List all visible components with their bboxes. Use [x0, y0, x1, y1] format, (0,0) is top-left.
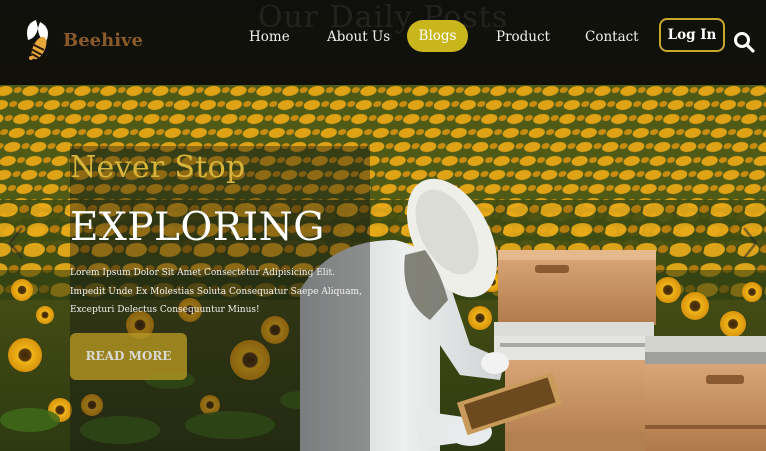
- hero-heading: EXPLORING: [70, 205, 325, 250]
- chevron-left-icon[interactable]: [6, 225, 26, 261]
- read-more-label: READ MORE: [85, 349, 172, 363]
- nav-item-blogs[interactable]: Blogs: [407, 20, 468, 52]
- chevron-right-icon[interactable]: [740, 225, 760, 261]
- nav-item-blogs-label: Blogs: [418, 28, 457, 44]
- brand-name[interactable]: Beehive: [63, 30, 143, 51]
- hero-eyebrow: Never Stop: [70, 150, 246, 185]
- nav-item-product[interactable]: Product: [496, 27, 550, 47]
- nav-item-about-us[interactable]: About Us: [327, 27, 390, 47]
- read-more-button[interactable]: READ MORE: [70, 333, 187, 380]
- nav-item-home[interactable]: Home: [249, 27, 290, 47]
- page: Our Daily Posts Beehive Home About Us Bl…: [0, 0, 766, 451]
- navbar: Our Daily Posts Beehive Home About Us Bl…: [0, 0, 766, 85]
- bee-logo-icon[interactable]: [22, 18, 54, 64]
- nav-item-contact[interactable]: Contact: [585, 27, 639, 47]
- login-button[interactable]: Log In: [659, 18, 725, 52]
- login-button-label: Log In: [667, 27, 717, 43]
- search-icon[interactable]: [733, 31, 755, 53]
- hero-description: Lorem Ipsum Dolor Sit Amet Consectetur A…: [70, 268, 362, 315]
